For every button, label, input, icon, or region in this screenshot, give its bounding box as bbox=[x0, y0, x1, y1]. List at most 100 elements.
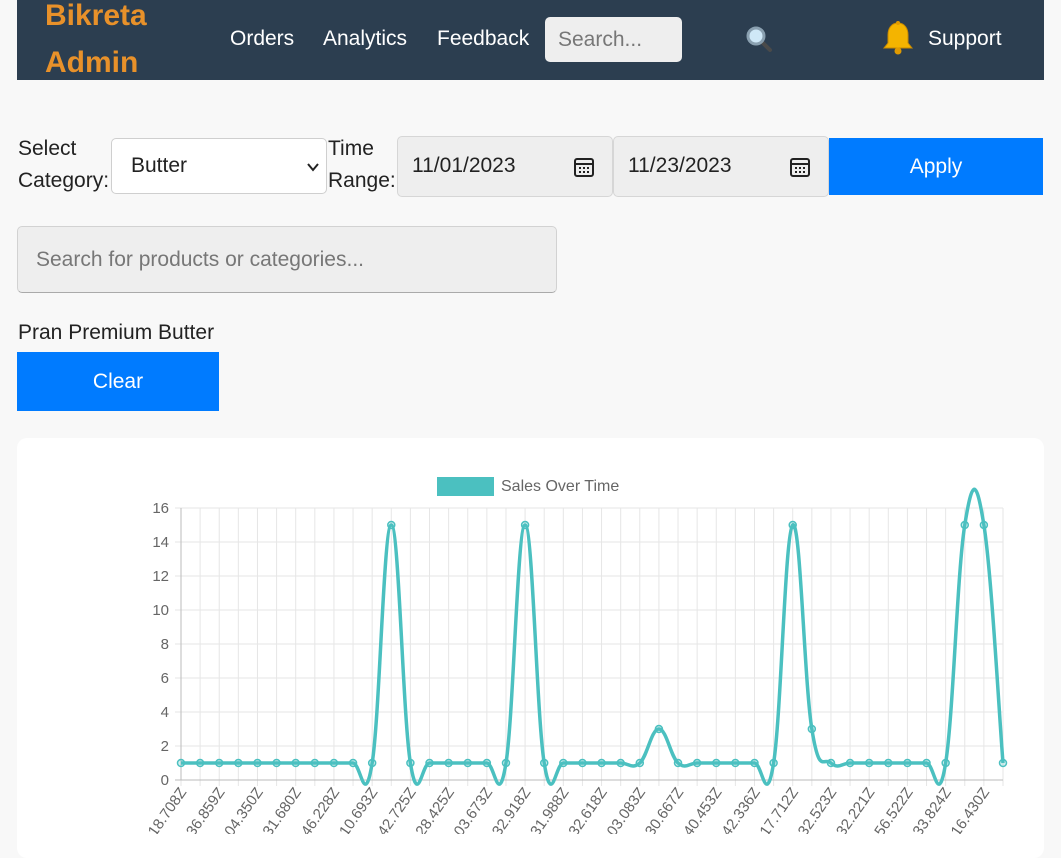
x-tick-label: 16.430Z bbox=[948, 785, 993, 834]
data-point bbox=[597, 758, 606, 768]
selected-product-label: Pran Premium Butter bbox=[18, 321, 215, 344]
data-point bbox=[348, 758, 358, 768]
data-point bbox=[463, 758, 472, 768]
apply-button[interactable]: Apply bbox=[829, 138, 1043, 195]
data-point bbox=[482, 758, 492, 768]
category-select[interactable]: Butter bbox=[111, 138, 327, 194]
x-tick-label: 32.918Z bbox=[489, 785, 534, 834]
nav-search-input[interactable] bbox=[545, 17, 682, 62]
magnifier-icon[interactable] bbox=[744, 24, 774, 54]
product-search-input[interactable] bbox=[17, 226, 557, 293]
y-tick-label: 2 bbox=[161, 738, 169, 755]
y-tick-label: 16 bbox=[152, 500, 169, 517]
x-tick-label: 17.712Z bbox=[756, 785, 801, 834]
legend-label: Sales Over Time bbox=[501, 478, 619, 495]
nav-link-feedback[interactable]: Feedback bbox=[437, 26, 529, 52]
data-point bbox=[884, 758, 893, 768]
calendar-icon[interactable] bbox=[573, 156, 595, 178]
nav-link-support[interactable]: Support bbox=[928, 26, 1002, 52]
data-point bbox=[387, 520, 396, 530]
bell-icon[interactable] bbox=[881, 20, 915, 56]
data-point bbox=[712, 758, 721, 768]
data-point bbox=[673, 758, 683, 768]
data-point bbox=[578, 758, 587, 768]
data-point bbox=[329, 758, 339, 768]
start-date-value: 11/01/2023 bbox=[412, 154, 516, 177]
clear-button[interactable]: Clear bbox=[17, 352, 219, 411]
x-tick-label: 03.673Z bbox=[451, 785, 496, 834]
chevron-down-icon bbox=[307, 163, 319, 172]
y-tick-label: 12 bbox=[152, 568, 169, 585]
data-point bbox=[539, 758, 549, 768]
data-point bbox=[195, 758, 205, 768]
calendar-icon[interactable] bbox=[789, 156, 811, 178]
sales-line-chart: 0 2 4 6 8 10 12 14 16 18.708Z36.859Z04.350Z31.680… bbox=[145, 477, 1008, 834]
data-point bbox=[960, 520, 970, 530]
data-point bbox=[731, 758, 740, 768]
x-tick-label: 28.425Z bbox=[412, 785, 457, 834]
x-tick-label: 18.708Z bbox=[145, 785, 190, 834]
end-date-field[interactable]: 11/23/2023 bbox=[613, 136, 829, 197]
nav-link-analytics[interactable]: Analytics bbox=[323, 26, 407, 52]
time-range-label-line-2: Range: bbox=[328, 169, 396, 192]
start-date-field[interactable]: 11/01/2023 bbox=[397, 136, 613, 197]
series-line-sales-over-time bbox=[180, 487, 1005, 786]
x-tick-label: 40.453Z bbox=[680, 785, 725, 834]
data-point bbox=[635, 758, 645, 768]
brand-line-2: Admin bbox=[45, 46, 139, 79]
y-tick-label: 6 bbox=[161, 670, 169, 687]
data-point bbox=[692, 758, 702, 768]
category-select-value: Butter bbox=[131, 154, 188, 177]
data-point bbox=[769, 758, 778, 768]
x-tick-label: 03.083Z bbox=[604, 785, 649, 834]
x-tick-label: 46.228Z bbox=[298, 785, 343, 834]
category-label: Select Category: bbox=[18, 133, 109, 197]
data-point bbox=[750, 758, 759, 768]
data-point bbox=[845, 758, 855, 768]
data-point bbox=[788, 520, 797, 530]
data-point bbox=[406, 758, 415, 768]
data-point bbox=[807, 724, 817, 734]
nav-link-orders[interactable]: Orders bbox=[230, 26, 294, 52]
end-date-value: 11/23/2023 bbox=[628, 154, 732, 177]
data-point bbox=[654, 724, 664, 734]
x-tick-label: 42.725Z bbox=[374, 785, 419, 834]
data-point bbox=[559, 758, 568, 768]
y-tick-label: 8 bbox=[161, 636, 169, 653]
x-tick-label: 31.988Z bbox=[527, 785, 572, 834]
data-point bbox=[922, 758, 931, 768]
x-tick-label: 10.693Z bbox=[336, 785, 381, 834]
x-tick-label: 32.523Z bbox=[795, 785, 840, 834]
data-point bbox=[367, 758, 377, 768]
x-tick-label: 42.336Z bbox=[718, 785, 763, 834]
category-label-line-1: Select bbox=[18, 137, 77, 160]
data-point bbox=[979, 520, 989, 530]
sales-chart-card: 0 2 4 6 8 10 12 14 16 18.708Z 36.859Z 04.350Z 31.680… bbox=[17, 438, 1044, 858]
data-point bbox=[864, 758, 874, 768]
data-point bbox=[826, 758, 836, 768]
data-point bbox=[616, 758, 625, 768]
y-tick-label: 14 bbox=[152, 534, 169, 551]
y-tick-label: 10 bbox=[152, 602, 169, 619]
x-tick-label: 32.221Z bbox=[833, 785, 878, 834]
legend-swatch bbox=[437, 477, 494, 496]
x-tick-label: 04.350Z bbox=[221, 785, 266, 834]
top-navbar: Bikreta Admin Orders Analytics Feedback … bbox=[17, 0, 1044, 80]
data-point bbox=[234, 758, 243, 768]
time-range-label-line-1: Time bbox=[328, 137, 374, 160]
data-point bbox=[425, 758, 434, 768]
data-point bbox=[501, 758, 511, 768]
data-point bbox=[941, 758, 950, 768]
brand-line-1: Bikreta bbox=[45, 0, 147, 32]
data-point bbox=[998, 758, 1008, 768]
data-point bbox=[176, 758, 186, 768]
data-point bbox=[444, 758, 453, 768]
data-point bbox=[214, 758, 224, 768]
time-range-label: Time Range: bbox=[328, 133, 396, 197]
brand-logo[interactable]: Bikreta Admin bbox=[45, 0, 185, 86]
x-tick-label: 32.618Z bbox=[565, 785, 610, 834]
x-tick-label: 33.824Z bbox=[909, 785, 954, 834]
data-point bbox=[272, 758, 281, 768]
category-label-line-2: Category: bbox=[18, 169, 110, 192]
data-point bbox=[310, 758, 320, 768]
